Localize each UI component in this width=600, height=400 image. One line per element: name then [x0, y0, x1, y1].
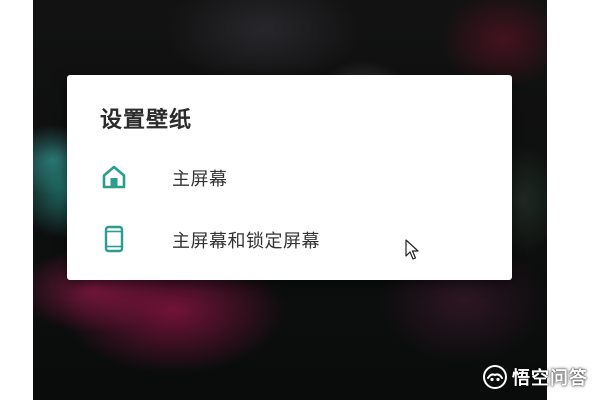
option-home-screen[interactable]: 主屏幕: [67, 148, 512, 204]
phone-icon: [104, 225, 124, 253]
screen: 设置壁纸 主屏幕 主屏幕和锁定屏幕 悟空问答: [0, 0, 600, 400]
set-wallpaper-dialog: 设置壁纸 主屏幕 主屏幕和锁定屏幕: [67, 75, 512, 280]
watermark-text: 悟空问答: [512, 368, 588, 389]
watermark: 悟空问答: [482, 364, 588, 390]
option-home-screen-label: 主屏幕: [172, 169, 228, 190]
dialog-title: 设置壁纸: [100, 108, 193, 133]
option-home-and-lock-screen-label: 主屏幕和锁定屏幕: [172, 231, 320, 252]
option-home-and-lock-screen[interactable]: 主屏幕和锁定屏幕: [67, 210, 512, 266]
wukong-logo-icon: [483, 365, 507, 389]
mouse-cursor-icon: [405, 239, 419, 260]
home-icon: [102, 165, 126, 189]
